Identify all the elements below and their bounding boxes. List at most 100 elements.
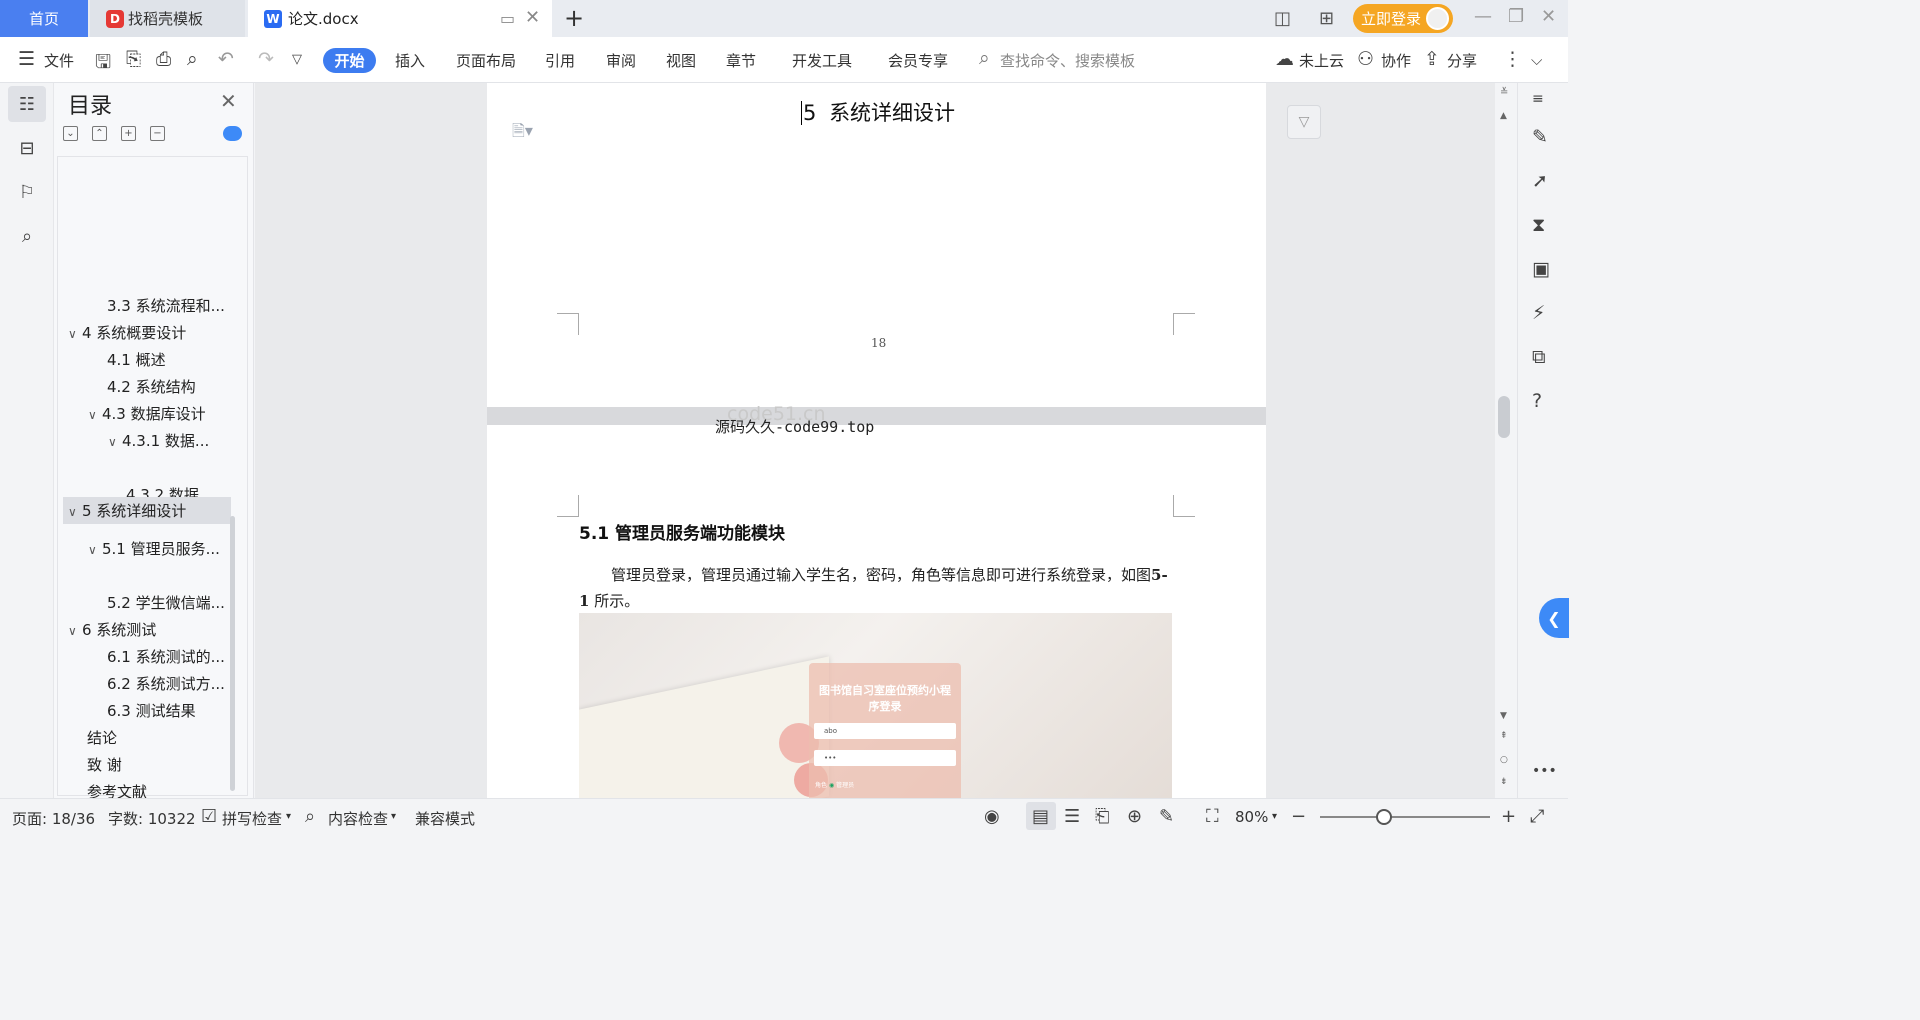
- scroll-top-icon[interactable]: ≚: [1500, 87, 1508, 98]
- login-button[interactable]: 立即登录: [1353, 4, 1453, 33]
- page-view-icon[interactable]: ▤: [1032, 806, 1049, 827]
- document-icon[interactable]: 🗎▾: [512, 120, 533, 147]
- toc-item[interactable]: ∨ 4.3 数据库设计: [88, 403, 206, 424]
- print-preview-icon[interactable]: ⌕: [187, 48, 198, 70]
- toc-item[interactable]: 6.1 系统测试的...: [107, 646, 225, 667]
- toc-item[interactable]: ∨ 4 系统概要设计: [68, 322, 186, 343]
- minimize-icon[interactable]: —: [1474, 6, 1492, 27]
- image-icon[interactable]: ▣: [1532, 258, 1550, 280]
- chevron-down-icon[interactable]: ▾: [286, 811, 291, 822]
- more-horizontal-icon[interactable]: •••: [1532, 763, 1557, 779]
- web-view-icon[interactable]: ⊕: [1127, 806, 1142, 827]
- document-page[interactable]: 5 系统详细设计 18: [487, 83, 1266, 407]
- screen-icon[interactable]: ▭: [500, 9, 515, 28]
- menu-member[interactable]: 会员专享: [888, 50, 948, 71]
- chevron-down-icon[interactable]: ∨: [68, 327, 82, 341]
- zoom-level[interactable]: 80%: [1235, 808, 1268, 826]
- collab-button[interactable]: 协作: [1381, 50, 1411, 71]
- toc-item[interactable]: ∨ 5.1 管理员服务...: [88, 538, 220, 559]
- menu-file[interactable]: 文件: [44, 50, 74, 71]
- menu-hamburger-icon[interactable]: ☰: [18, 48, 35, 70]
- toc-item[interactable]: 致 谢: [87, 754, 122, 775]
- toc-item[interactable]: 5.2 学生微信端...: [107, 592, 225, 613]
- menu-page-layout[interactable]: 页面布局: [456, 50, 516, 71]
- toc-item[interactable]: 结论: [87, 727, 117, 748]
- chevron-down-icon[interactable]: ∨: [108, 435, 122, 449]
- restore-icon[interactable]: ❐: [1508, 6, 1524, 27]
- bookmark-icon[interactable]: ⚐: [8, 174, 46, 210]
- adjust-icon[interactable]: ⧗: [1532, 214, 1545, 236]
- toc-item[interactable]: 4.2 系统结构: [107, 376, 196, 397]
- toc-item[interactable]: ∨ 4.3.1 数据...: [108, 430, 209, 451]
- zoom-slider-handle[interactable]: [1376, 809, 1392, 825]
- write-view-icon[interactable]: ✎: [1159, 806, 1174, 827]
- compat-mode[interactable]: 兼容模式: [415, 808, 475, 829]
- word-count[interactable]: 字数: 10322: [108, 808, 196, 829]
- save-icon[interactable]: 🖫: [95, 48, 111, 80]
- layout-icon[interactable]: ◫: [1274, 8, 1291, 29]
- close-icon[interactable]: ✕: [220, 89, 237, 113]
- content-check-button[interactable]: 内容检查: [328, 808, 388, 829]
- toc-scrollbar[interactable]: [230, 516, 235, 791]
- chevron-down-icon[interactable]: ∨: [68, 624, 82, 638]
- select-cursor-icon[interactable]: ➚: [1532, 170, 1548, 192]
- menu-chapter[interactable]: 章节: [726, 50, 756, 71]
- eye-protect-icon[interactable]: ◉: [984, 806, 1000, 827]
- collapse-ribbon-icon[interactable]: ⌵: [1531, 51, 1542, 69]
- apps-grid-icon[interactable]: ⊞: [1319, 8, 1334, 29]
- toc-item[interactable]: ∨ 6 系统测试: [68, 619, 156, 640]
- scroll-thumb[interactable]: [1498, 396, 1510, 438]
- page-indicator[interactable]: 页面: 18/36: [12, 808, 95, 829]
- book-view-icon[interactable]: ⧉: [1532, 346, 1546, 368]
- outline-icon[interactable]: ⊟: [8, 130, 46, 166]
- document-page[interactable]: 5.1 管理员服务端功能模块 管理员登录，管理员通过输入学生名，密码，角色等信息…: [487, 425, 1266, 798]
- menu-insert[interactable]: 插入: [395, 50, 425, 71]
- zoom-in-icon[interactable]: +: [1501, 806, 1516, 827]
- toc-icon[interactable]: ☷: [8, 86, 46, 122]
- chevron-down-icon[interactable]: ∨: [68, 505, 82, 519]
- export-icon[interactable]: ⎘: [126, 48, 141, 70]
- toc-item[interactable]: 3.3 系统流程和...: [107, 295, 225, 316]
- lightning-icon[interactable]: ⚡: [1532, 302, 1545, 324]
- share-button[interactable]: 分享: [1447, 50, 1477, 71]
- tab-templates[interactable]: D 找稻壳模板: [90, 0, 245, 37]
- window-close-icon[interactable]: ✕: [1541, 6, 1556, 27]
- toc-item[interactable]: 6.3 测试结果: [107, 700, 196, 721]
- scroll-up-icon[interactable]: ▲: [1500, 111, 1507, 121]
- spellcheck-button[interactable]: 拼写检查: [222, 808, 282, 829]
- more-vertical-icon[interactable]: ⋮: [1503, 48, 1522, 70]
- cloud-status[interactable]: 未上云: [1299, 50, 1344, 71]
- menu-developer[interactable]: 开发工具: [792, 50, 852, 71]
- command-search-input[interactable]: 查找命令、搜索模板: [1000, 50, 1135, 71]
- scroll-down-icon[interactable]: ▼: [1500, 711, 1507, 721]
- redo-icon[interactable]: ↷: [258, 48, 274, 70]
- chevron-left-icon[interactable]: ❮: [1539, 598, 1569, 638]
- select-browse-icon[interactable]: ○: [1500, 755, 1508, 765]
- read-view-icon[interactable]: ⎗: [1095, 806, 1109, 827]
- print-icon[interactable]: ⎙: [156, 48, 171, 70]
- remove-heading-icon[interactable]: −: [150, 126, 165, 141]
- toc-item[interactable]: 4.1 概述: [107, 349, 166, 370]
- help-icon[interactable]: ?: [1532, 390, 1542, 412]
- outline-view-icon[interactable]: ☰: [1064, 806, 1080, 827]
- prev-page-icon[interactable]: ⇞: [1500, 731, 1508, 741]
- collapse-heading-icon[interactable]: ▽: [1287, 105, 1321, 139]
- menu-references[interactable]: 引用: [545, 50, 575, 71]
- undo-icon[interactable]: ↶: [218, 48, 234, 70]
- collapse-all-icon[interactable]: ⌃: [92, 126, 107, 141]
- toc-item[interactable]: 6.2 系统测试方...: [107, 673, 225, 694]
- close-tab-icon[interactable]: ✕: [525, 7, 540, 28]
- toc-item-selected[interactable]: ∨ 5 系统详细设计: [63, 497, 231, 524]
- new-tab-icon[interactable]: +: [564, 4, 584, 32]
- pen-icon[interactable]: ✎: [1532, 126, 1548, 148]
- zoom-out-icon[interactable]: −: [1291, 806, 1306, 827]
- quick-access-dropdown-icon[interactable]: ▽: [292, 52, 302, 67]
- tab-document[interactable]: W 论文.docx ▭ ✕: [248, 0, 552, 37]
- expand-all-icon[interactable]: ⌄: [63, 126, 78, 141]
- tab-home[interactable]: 首页: [0, 0, 88, 37]
- zoom-slider[interactable]: [1320, 816, 1490, 818]
- next-page-icon[interactable]: ⇟: [1500, 777, 1508, 787]
- smart-toc-icon[interactable]: [223, 126, 242, 141]
- fullscreen-icon[interactable]: ⤢: [1530, 806, 1544, 827]
- panel-menu-icon[interactable]: ≡: [1532, 91, 1544, 107]
